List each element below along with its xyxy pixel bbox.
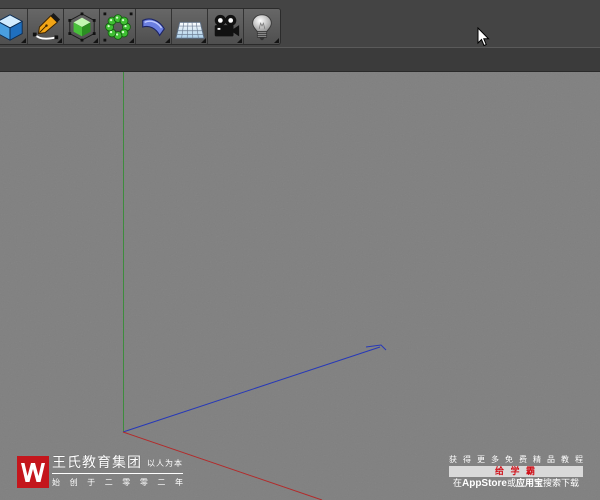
- subdivision-surface-button[interactable]: [64, 9, 100, 44]
- cloner-icon: [102, 11, 133, 42]
- brand-name: 王氏教育集团: [52, 454, 142, 470]
- download-conj: 或: [506, 478, 516, 488]
- object-toolbar-group: [0, 8, 281, 45]
- light-bulb-icon: [252, 13, 272, 40]
- brand-motto: 以人为本: [147, 459, 183, 468]
- camera-button[interactable]: [208, 9, 244, 44]
- watermark-right: 获 得 更 多 免 费 精 品 教 程 给 学 霸 在AppStore或应用宝搜…: [449, 455, 583, 489]
- camera-icon: [214, 14, 239, 36]
- cube-button[interactable]: [0, 9, 28, 44]
- bend-deformer-icon: [141, 17, 165, 37]
- store-appstore: AppStore: [461, 478, 507, 489]
- watermark-left: 王氏教育集团 以人为本 始 创 于 二 零 零 二 年: [17, 452, 185, 492]
- brand-divider: [52, 473, 183, 474]
- floor-button[interactable]: [172, 9, 208, 44]
- light-button[interactable]: [244, 9, 280, 44]
- pen-spline-icon: [32, 12, 60, 40]
- viewport-axes: [0, 72, 600, 500]
- download-hint: 在AppStore或应用宝搜索下载: [449, 478, 583, 489]
- download-prefix: 在: [452, 478, 462, 488]
- toolbar-clip: [0, 8, 282, 45]
- brand-founded: 始 创 于 二 零 零 二 年: [52, 478, 183, 487]
- cube-icon: [0, 13, 23, 41]
- floor-grid-icon: [174, 21, 205, 39]
- arrow-cursor-icon: [477, 27, 490, 47]
- store-yingyongbao: 应用宝: [516, 478, 544, 488]
- wangshi-logo-icon: [17, 456, 49, 488]
- bend-deformer-button[interactable]: [136, 9, 172, 44]
- viewport[interactable]: [0, 72, 600, 500]
- subdivision-cube-icon: [67, 11, 96, 42]
- pen-tool-button[interactable]: [28, 9, 64, 44]
- download-suffix: 搜索下载: [543, 478, 580, 488]
- main-toolbar: [0, 0, 600, 47]
- viewport-menu-bar: [0, 48, 600, 72]
- app-name-badge: 给 学 霸: [449, 466, 583, 477]
- promo-text: 获 得 更 多 免 费 精 品 教 程: [449, 455, 583, 464]
- viewport-grain: [0, 72, 600, 500]
- cloner-button[interactable]: [100, 9, 136, 44]
